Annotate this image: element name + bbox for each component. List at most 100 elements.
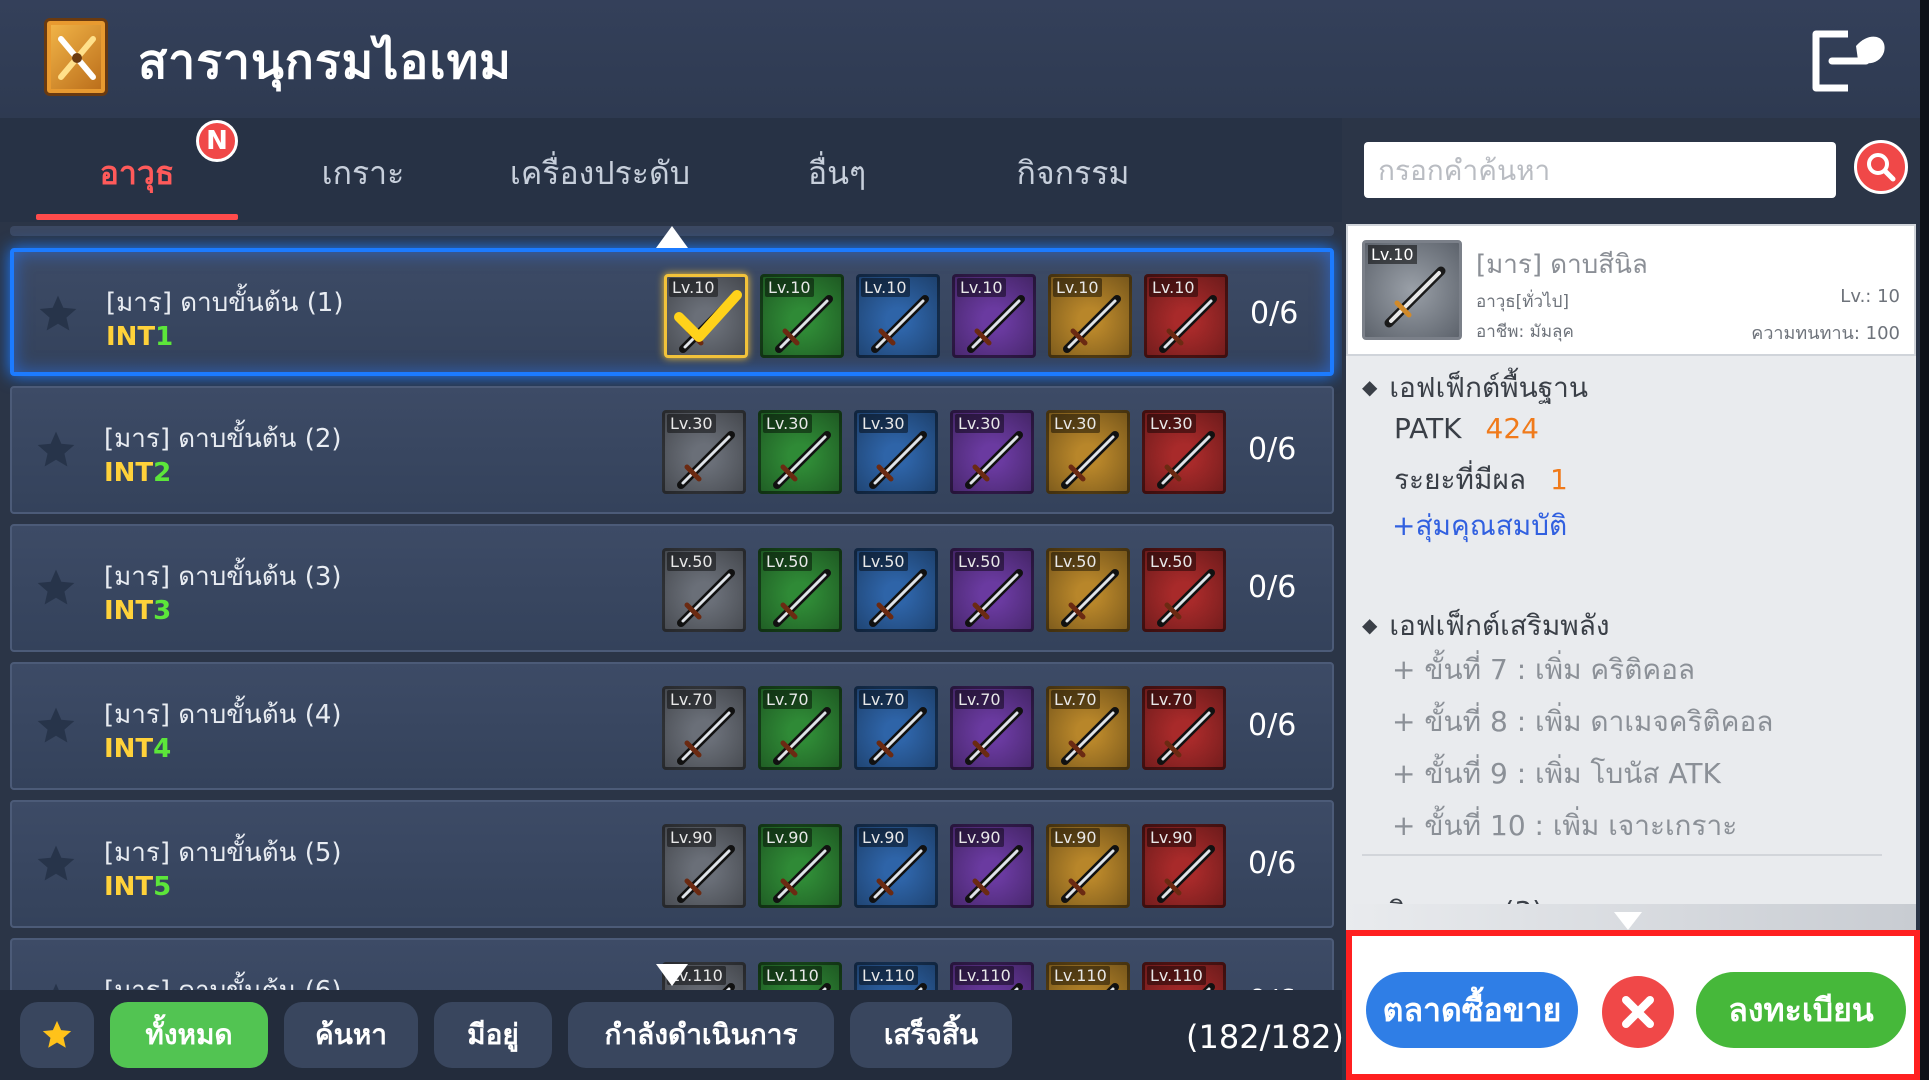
stat-key: INT [104, 872, 154, 902]
close-button[interactable] [1602, 976, 1674, 1048]
list-item[interactable]: [มาร] ดาบขั้นต้น (3) INT3 Lv.50 Lv.50 Lv.50 L… [10, 524, 1334, 652]
item-grade-slot[interactable]: Lv.70 [662, 686, 746, 770]
item-grade-slot[interactable]: Lv.50 [854, 548, 938, 632]
stat-value: 3 [153, 596, 172, 626]
search-input[interactable] [1364, 142, 1836, 198]
item-grade-slot[interactable]: Lv.90 [758, 824, 842, 908]
item-grade-slot[interactable]: Lv.90 [950, 824, 1034, 908]
item-grade-slot[interactable]: Lv.30 [854, 410, 938, 494]
collection-count: 0/6 [1248, 846, 1297, 881]
item-grade-slot[interactable]: Lv.30 [1046, 410, 1130, 494]
item-grade-slot[interactable]: Lv.10 [1144, 274, 1228, 358]
sword-icon [1202, 983, 1215, 990]
item-grade-slot[interactable]: Lv.30 [950, 410, 1034, 494]
sword-icon [1061, 569, 1119, 627]
scroll-down-arrow-icon[interactable] [656, 964, 688, 986]
sword-icon [818, 983, 831, 990]
list-item[interactable]: [มาร] ดาบขั้นต้น (2) INT2 Lv.30 Lv.30 Lv.30 L… [10, 386, 1334, 514]
range-label: ระยะที่มีผล [1394, 463, 1527, 496]
item-name: [มาร] ดาบขั้นต้น (1) [106, 288, 344, 318]
tab-armor[interactable]: เกราะ [280, 148, 446, 199]
favorite-filter-button[interactable] [20, 1002, 94, 1068]
favorite-star-icon[interactable] [34, 428, 78, 472]
register-button[interactable]: ลงทะเบียน [1696, 972, 1906, 1048]
item-name: [มาร] ดาบขั้นต้น (6) [104, 970, 342, 990]
stat-key: INT [104, 458, 154, 488]
item-stat: INT3 [104, 596, 171, 626]
search-button[interactable] [1854, 140, 1908, 194]
filter-all-button[interactable]: ทั้งหมด [110, 1002, 268, 1068]
list-item[interactable]: [มาร] ดาบขั้นต้น (5) INT5 Lv.90 Lv.90 Lv.90 L… [10, 800, 1334, 928]
item-detail-job: อาชีพ: มัมลุค [1476, 322, 1574, 342]
new-badge: N [196, 120, 238, 162]
exit-icon[interactable] [1808, 26, 1888, 96]
filter-in-progress-button[interactable]: กำลังดำเนินการ [568, 1002, 834, 1068]
detail-scroll-down-icon[interactable] [1614, 912, 1642, 930]
list-item[interactable]: [มาร] ดาบขั้นต้น (4) INT4 Lv.70 Lv.70 Lv.70 L… [10, 662, 1334, 790]
item-grade-slot[interactable]: Lv.90 [662, 824, 746, 908]
market-button[interactable]: ตลาดซื้อขาย [1366, 972, 1578, 1048]
filter-owned-button[interactable]: มีอยู่ [434, 1002, 552, 1068]
item-grade-slot[interactable]: Lv.70 [1046, 686, 1130, 770]
item-list[interactable]: [มาร] ดาบขั้นต้น (1) INT1 Lv.10 Lv.10 Lv.10 L… [0, 222, 1342, 990]
tab-event[interactable]: กิจกรรม [990, 148, 1156, 199]
item-grade-slot[interactable]: Lv.90 [1046, 824, 1130, 908]
item-grade-slot[interactable]: Lv.70 [758, 686, 842, 770]
item-grade-slot[interactable]: Lv.110 [854, 962, 938, 990]
item-grade-slot[interactable]: Lv.50 [1142, 548, 1226, 632]
tab-accessory[interactable]: เครื่องประดับ [492, 148, 708, 199]
item-grade-slot[interactable]: Lv.30 [662, 410, 746, 494]
item-grade-slot[interactable]: Lv.10 [1048, 274, 1132, 358]
filter-search-button[interactable]: ค้นหา [284, 1002, 418, 1068]
item-grade-slot[interactable]: Lv.50 [758, 548, 842, 632]
item-detail-name: [มาร] ดาบสีนิล [1476, 250, 1648, 280]
sword-icon [677, 569, 735, 627]
collection-count: 0/6 [1248, 432, 1297, 467]
sword-icon [869, 707, 927, 765]
stat-value: 2 [153, 458, 172, 488]
item-grade-slot[interactable]: Lv.70 [950, 686, 1034, 770]
favorite-star-icon[interactable] [36, 292, 80, 336]
enhance-line-8: + ขั้นที่ 8 : เพิ่ม ดาเมจคริติคอล [1392, 705, 1774, 738]
item-grade-slot[interactable]: Lv.70 [1142, 686, 1226, 770]
item-grade-slot[interactable]: Lv.50 [950, 548, 1034, 632]
favorite-star-icon[interactable] [34, 842, 78, 886]
enhance-effect-title: เอฟเฟ็กต์เสริมพลัง [1362, 604, 1609, 648]
favorite-star-icon[interactable] [34, 704, 78, 748]
item-grade-slot[interactable]: Lv.10 [952, 274, 1036, 358]
sword-icon [869, 431, 927, 489]
item-grade-slot[interactable]: Lv.50 [1046, 548, 1130, 632]
favorite-star-icon[interactable] [34, 980, 78, 990]
patk-label: PATK [1394, 412, 1462, 445]
list-item[interactable]: [มาร] ดาบขั้นต้น (1) INT1 Lv.10 Lv.10 Lv.10 L… [10, 248, 1334, 376]
sword-icon [965, 569, 1023, 627]
filter-bar: ทั้งหมด ค้นหา มีอยู่ กำลังดำเนินการ เสร็… [0, 990, 1344, 1080]
item-grade-slot[interactable]: Lv.90 [854, 824, 938, 908]
sword-icon [967, 295, 1025, 353]
item-grade-slot[interactable]: Lv.30 [1142, 410, 1226, 494]
item-detail-body[interactable]: เอฟเฟ็กต์พื้นฐาน PATK 424 ระยะที่มีผล 1 +ส… [1346, 356, 1916, 930]
item-grade-slot[interactable]: Lv.110 [1046, 962, 1130, 990]
item-grade-slot[interactable]: Lv.110 [950, 962, 1034, 990]
filter-done-button[interactable]: เสร็จสิ้น [850, 1002, 1012, 1068]
tab-other[interactable]: อื่นๆ [760, 148, 914, 199]
item-grade-slot[interactable]: Lv.110 [1142, 962, 1226, 990]
item-name: [มาร] ดาบขั้นต้น (5) [104, 838, 342, 868]
scroll-up-arrow-icon[interactable] [656, 226, 688, 248]
item-grade-slot[interactable]: Lv.10 [856, 274, 940, 358]
sword-icon [1106, 983, 1119, 990]
sword-icon [773, 707, 831, 765]
item-grade-slot[interactable]: Lv.70 [854, 686, 938, 770]
item-detail-level: Lv.: 10 [1840, 286, 1900, 307]
random-attribute-link[interactable]: +สุ่มคุณสมบัติ [1392, 504, 1567, 548]
item-grade-slot[interactable]: Lv.50 [662, 548, 746, 632]
item-name: [มาร] ดาบขั้นต้น (3) [104, 562, 342, 592]
favorite-star-icon[interactable] [34, 566, 78, 610]
item-grade-slot[interactable]: Lv.30 [758, 410, 842, 494]
item-grade-slot[interactable]: Lv.110 [758, 962, 842, 990]
item-grade-slot[interactable]: Lv.90 [1142, 824, 1226, 908]
item-grade-slot[interactable]: Lv.10 [664, 274, 748, 358]
enhance-line-7: + ขั้นที่ 7 : เพิ่ม คริติคอล [1392, 653, 1696, 686]
item-grade-slot[interactable]: Lv.10 [760, 274, 844, 358]
enhance-line-10: + ขั้นที่ 10 : เพิ่ม เจาะเกราะ [1392, 809, 1738, 842]
